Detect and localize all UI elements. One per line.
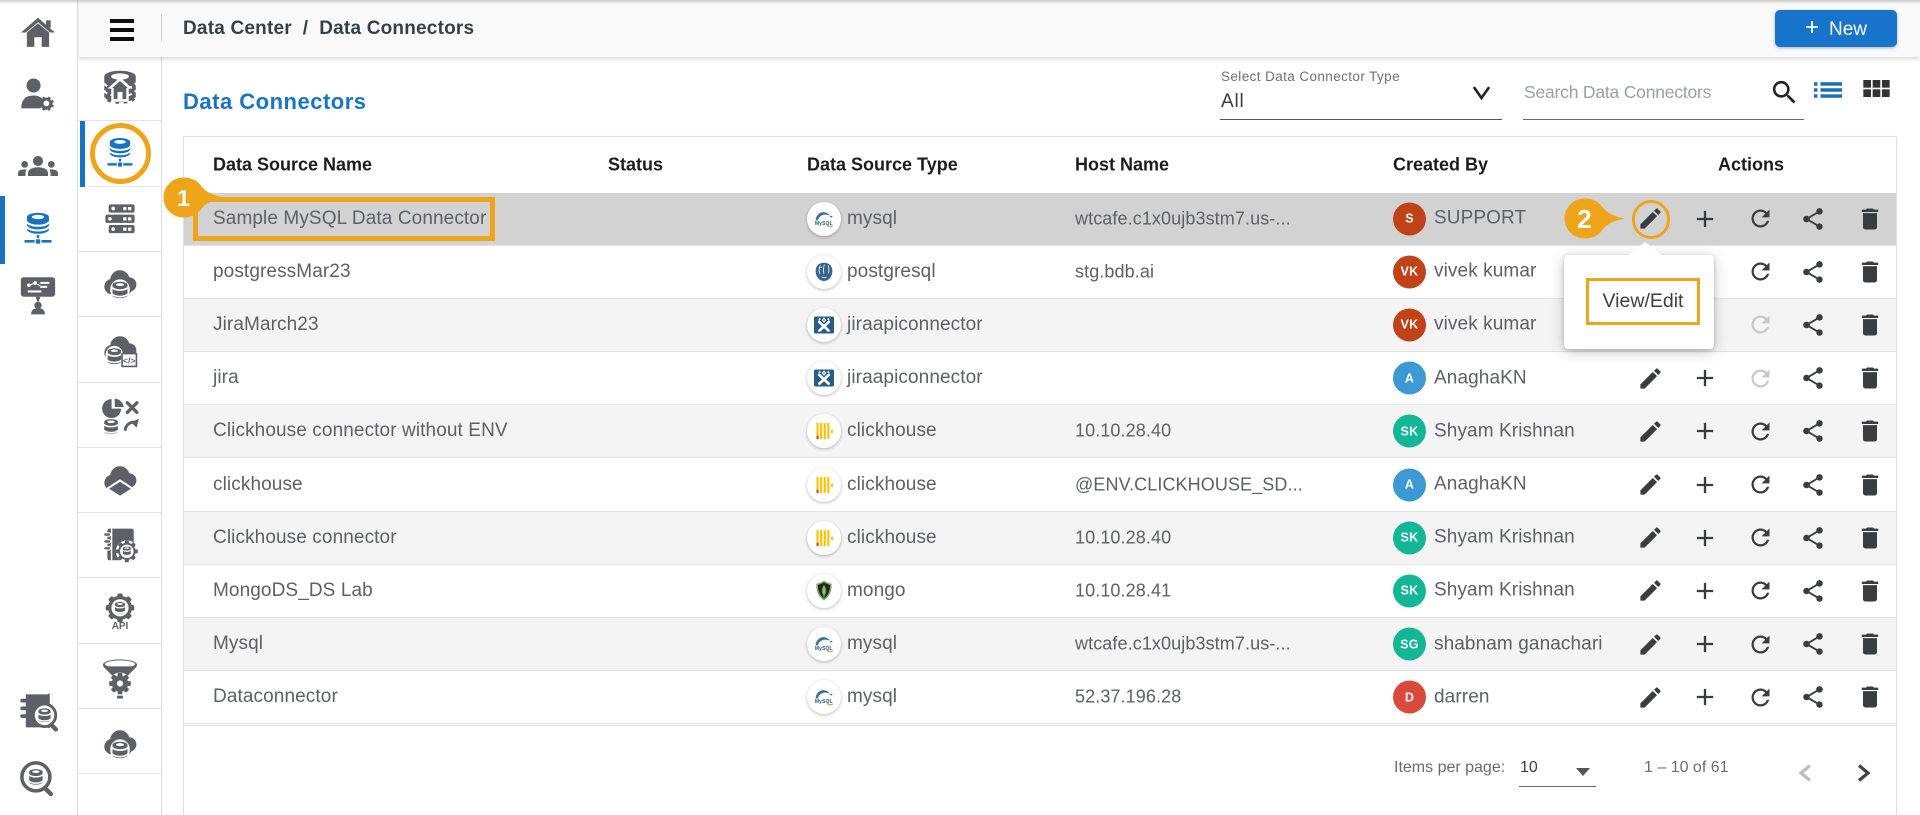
svg-text:1: 1 bbox=[177, 185, 190, 211]
svg-text:2: 2 bbox=[1577, 204, 1591, 234]
svg-text:API: API bbox=[111, 621, 128, 632]
svg-text:MySQL: MySQL bbox=[815, 699, 833, 705]
svg-text:</>: </> bbox=[122, 355, 135, 365]
svg-text:MySQL: MySQL bbox=[815, 646, 833, 652]
svg-text:MySQL: MySQL bbox=[815, 220, 833, 226]
